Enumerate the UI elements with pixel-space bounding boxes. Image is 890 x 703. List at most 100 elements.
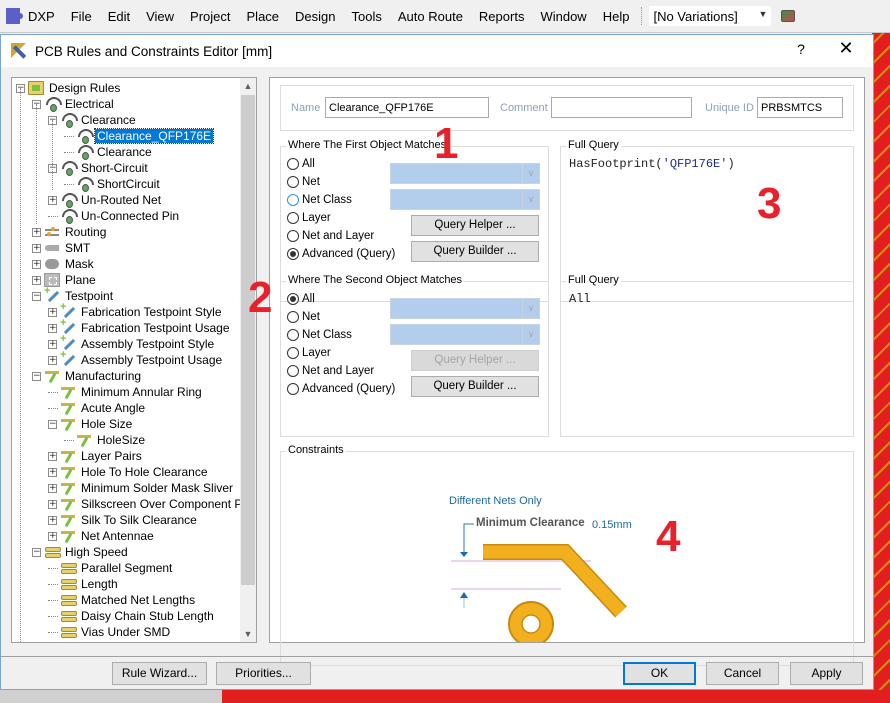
scroll-thumb[interactable] (241, 95, 255, 585)
board-icon[interactable] (781, 10, 796, 22)
menu-auto-route[interactable]: Auto Route (390, 9, 471, 24)
second-radio-advanced[interactable]: Advanced (Query) (287, 383, 395, 395)
menu-view[interactable]: View (138, 9, 182, 24)
menu-dxp[interactable]: DXP (20, 9, 63, 24)
expand-icon[interactable]: + (48, 339, 57, 349)
second-full-query-text[interactable]: All (569, 292, 591, 306)
menu-help[interactable]: Help (595, 9, 638, 24)
tree-item[interactable]: − Testpoint (32, 285, 115, 304)
expand-icon[interactable]: + (48, 195, 57, 205)
tree-item[interactable]: Clearance (64, 144, 154, 160)
collapse-icon[interactable]: − (48, 419, 57, 429)
menu-tools[interactable]: Tools (344, 9, 390, 24)
expand-icon[interactable]: + (48, 515, 57, 525)
first-query-builder-button[interactable]: Query Builder ... (411, 241, 539, 262)
tree-item[interactable]: + Assembly Testpoint Style (48, 333, 216, 352)
tree-item[interactable]: Matched Net Lengths (48, 592, 197, 608)
expand-icon[interactable]: + (32, 243, 41, 253)
second-query-helper-button[interactable]: Query Helper ... (411, 350, 539, 371)
menu-edit[interactable]: Edit (100, 9, 138, 24)
tree-item[interactable]: + Fabrication Testpoint Style (48, 301, 224, 320)
menu-file[interactable]: File (63, 9, 100, 24)
expand-icon[interactable]: + (48, 323, 57, 333)
tree-item[interactable]: + Silk To Silk Clearance (48, 512, 199, 528)
collapse-icon[interactable]: − (32, 371, 41, 381)
expand-icon[interactable]: + (48, 531, 57, 541)
first-query-helper-button[interactable]: Query Helper ... (411, 215, 539, 236)
first-radio-advanced[interactable]: Advanced (Query) (287, 248, 395, 260)
rule-wizard-button[interactable]: Rule Wizard... (112, 662, 207, 685)
toolbar-grip[interactable] (641, 7, 643, 25)
expand-icon[interactable]: + (32, 259, 41, 269)
tree-item[interactable]: − Design Rules (16, 80, 122, 96)
tree-item[interactable]: ShortCircuit (64, 176, 162, 192)
tree-item[interactable]: Minimum Annular Ring (48, 384, 204, 400)
tree-item[interactable]: + Hole To Hole Clearance (48, 464, 210, 480)
rule-name-input[interactable] (325, 97, 489, 118)
tree-item[interactable]: Maximum Via Count (48, 640, 191, 642)
expand-icon[interactable]: + (32, 275, 41, 285)
tree-item[interactable]: + Mask (32, 256, 96, 272)
second-radio-net-class[interactable]: Net Class (287, 329, 352, 341)
tree-scrollbar[interactable]: ▲ ▼ (240, 78, 256, 642)
menu-place[interactable]: Place (239, 9, 288, 24)
first-radio-net-class[interactable]: Net Class (287, 194, 352, 206)
scroll-up-icon[interactable]: ▲ (240, 78, 256, 94)
tree-item[interactable]: Un-Connected Pin (48, 208, 181, 224)
tree-item[interactable]: − Electrical (32, 96, 116, 112)
tree-item[interactable]: − Short-Circuit (48, 160, 150, 176)
expand-icon[interactable]: + (48, 483, 57, 493)
tree-item[interactable]: + Layer Pairs (48, 448, 144, 464)
expand-icon[interactable]: + (32, 227, 41, 237)
second-radio-net[interactable]: Net (287, 311, 320, 323)
menu-reports[interactable]: Reports (471, 9, 533, 24)
tree-item[interactable]: Parallel Segment (48, 560, 174, 576)
second-radio-net-and-layer[interactable]: Net and Layer (287, 365, 374, 377)
first-radio-all[interactable]: All (287, 158, 315, 170)
scroll-down-icon[interactable]: ▼ (240, 626, 256, 642)
cancel-button[interactable]: Cancel (706, 662, 779, 685)
tree-item[interactable]: + Minimum Solder Mask Sliver (48, 480, 235, 496)
tree-item[interactable]: Daisy Chain Stub Length (48, 608, 216, 624)
expand-icon[interactable]: + (48, 451, 57, 461)
expand-icon[interactable]: + (48, 307, 57, 317)
tree-item[interactable]: − High Speed (32, 544, 130, 560)
second-net-class-combo[interactable]: ∨ (390, 324, 540, 345)
help-button[interactable]: ? (791, 41, 811, 57)
collapse-icon[interactable]: − (32, 291, 41, 301)
expand-icon[interactable]: + (48, 499, 57, 509)
apply-button[interactable]: Apply (790, 662, 863, 685)
variations-dropdown[interactable]: [No Variations] ▼ (649, 6, 772, 26)
tree-item[interactable]: HoleSize (64, 432, 147, 448)
expand-icon[interactable]: + (48, 467, 57, 477)
dialog-titlebar[interactable]: PCB Rules and Constraints Editor [mm] ? … (1, 35, 873, 67)
tree-item[interactable]: − Hole Size (48, 416, 134, 432)
menu-window[interactable]: Window (532, 9, 594, 24)
tree-item[interactable]: − Manufacturing (32, 368, 143, 384)
first-net-class-combo[interactable]: ∨ (390, 189, 540, 210)
second-radio-layer[interactable]: Layer (287, 347, 331, 359)
second-net-combo[interactable]: ∨ (390, 298, 540, 319)
tree-item[interactable]: + Un-Routed Net (48, 192, 163, 208)
unique-id-input[interactable] (757, 97, 843, 118)
tree-item[interactable]: + Silkscreen Over Component Pads (48, 496, 256, 512)
first-full-query-text[interactable]: HasFootprint('QFP176E') (569, 157, 735, 171)
tree-item[interactable]: + Assembly Testpoint Usage (48, 349, 224, 368)
tree-item[interactable]: Clearance_QFP176E (64, 128, 215, 144)
tree-item[interactable]: − Clearance (48, 112, 138, 128)
tree-item[interactable]: Length (48, 576, 120, 592)
first-net-combo[interactable]: ∨ (390, 163, 540, 184)
tree-item[interactable]: + Routing (32, 224, 108, 240)
scope-label[interactable]: Different Nets Only (449, 495, 542, 507)
menu-project[interactable]: Project (182, 9, 238, 24)
rule-comment-input[interactable] (551, 97, 692, 118)
second-radio-all[interactable]: All (287, 293, 315, 305)
tree-item[interactable]: Acute Angle (48, 400, 147, 416)
priorities-button[interactable]: Priorities... (216, 662, 311, 685)
second-query-builder-button[interactable]: Query Builder ... (411, 376, 539, 397)
tree-item[interactable]: + Net Antennae (48, 528, 156, 544)
tree-item[interactable]: + Plane (32, 272, 98, 288)
first-radio-net-and-layer[interactable]: Net and Layer (287, 230, 374, 242)
expand-icon[interactable]: + (48, 355, 57, 365)
tree-item[interactable]: + Fabrication Testpoint Usage (48, 317, 232, 336)
